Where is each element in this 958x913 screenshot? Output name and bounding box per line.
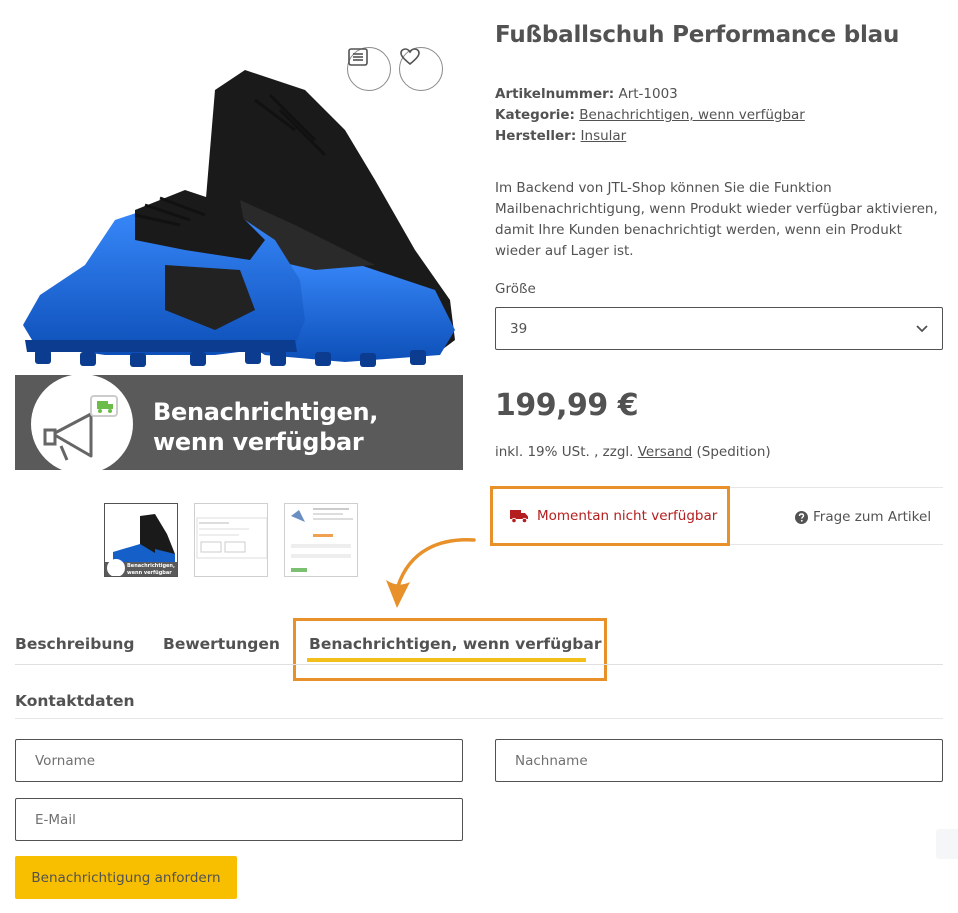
tax-info: inkl. 19% USt. , zzgl. Versand (Speditio… bbox=[495, 444, 771, 460]
annotation-arrow-icon bbox=[386, 538, 476, 608]
size-select[interactable]: 39 bbox=[495, 307, 943, 350]
manufacturer-label: Hersteller: bbox=[495, 128, 577, 144]
stock-status-highlight: Momentan nicht verfügbar bbox=[490, 486, 730, 546]
tab-reviews[interactable]: Bewertungen bbox=[163, 635, 280, 653]
divider bbox=[15, 718, 943, 719]
thumbnail-list: Benachrichtigen, wenn verfügbar bbox=[104, 503, 358, 577]
product-main-image[interactable]: Benachrichtigen, wenn verfügbar bbox=[15, 10, 463, 472]
question-circle-icon bbox=[795, 510, 808, 524]
sku-label: Artikelnummer: bbox=[495, 86, 615, 102]
manufacturer-link[interactable]: Insular bbox=[581, 128, 627, 144]
thumb-banner-line-1: Benachrichtigen, bbox=[127, 563, 175, 569]
thumb-banner-line-2: wenn verfügbar bbox=[127, 570, 172, 576]
thumbnail-screenshot-image bbox=[196, 517, 267, 559]
shipping-link[interactable]: Versand bbox=[638, 444, 692, 460]
scroll-to-top-button[interactable] bbox=[936, 829, 958, 859]
category-label: Kategorie: bbox=[495, 107, 575, 123]
size-selected-value: 39 bbox=[510, 320, 528, 337]
email-input[interactable] bbox=[15, 798, 463, 841]
question-link-label: Frage zum Artikel bbox=[813, 509, 932, 525]
tabs-divider bbox=[15, 664, 943, 665]
banner-line-2: wenn verfügbar bbox=[153, 428, 364, 456]
notify-banner: Benachrichtigen, wenn verfügbar bbox=[15, 374, 463, 472]
product-description: Im Backend von JTL-Shop können Sie die F… bbox=[495, 180, 938, 259]
size-label: Größe bbox=[495, 281, 536, 297]
truck-icon bbox=[510, 510, 528, 523]
category-link[interactable]: Benachrichtigen, wenn verfügbar bbox=[579, 107, 805, 123]
product-price: 199,99 € bbox=[495, 388, 639, 423]
tax-prefix: inkl. 19% USt. , zzgl. bbox=[495, 444, 634, 460]
request-notification-button[interactable]: Benachrichtigung anfordern bbox=[15, 856, 237, 899]
question-link[interactable]: Frage zum Artikel bbox=[795, 509, 931, 525]
banner-circle bbox=[31, 374, 133, 472]
banner-text: Benachrichtigen, wenn verfügbar bbox=[153, 397, 378, 457]
sku-row: Artikelnummer: Art-1003 bbox=[495, 84, 805, 105]
tax-suffix: (Spedition) bbox=[696, 444, 771, 460]
category-row: Kategorie: Benachrichtigen, wenn verfügb… bbox=[495, 105, 805, 126]
tab-description[interactable]: Beschreibung bbox=[15, 635, 135, 653]
thumbnail-2[interactable] bbox=[194, 503, 268, 577]
heart-icon bbox=[400, 48, 420, 66]
thumbnail-3[interactable] bbox=[284, 503, 358, 577]
product-title: Fußballschuh Performance blau bbox=[495, 22, 900, 48]
banner-line-1: Benachrichtigen, bbox=[153, 398, 379, 426]
firstname-input[interactable] bbox=[15, 739, 463, 782]
thumbnail-form-image bbox=[291, 508, 353, 572]
list-icon bbox=[348, 48, 368, 66]
wishlist-button[interactable] bbox=[399, 47, 443, 91]
megaphone-icon bbox=[43, 395, 118, 461]
football-boots-image bbox=[23, 70, 455, 367]
compare-button[interactable] bbox=[347, 47, 391, 91]
manufacturer-row: Hersteller: Insular bbox=[495, 126, 805, 147]
active-tab-highlight bbox=[293, 618, 607, 681]
lastname-input[interactable] bbox=[495, 739, 943, 782]
thumbnail-1[interactable]: Benachrichtigen, wenn verfügbar bbox=[104, 503, 178, 577]
stock-status-text: Momentan nicht verfügbar bbox=[537, 508, 718, 524]
sku-value: Art-1003 bbox=[618, 86, 678, 102]
chevron-down-icon bbox=[916, 324, 928, 332]
contact-section-title: Kontaktdaten bbox=[15, 692, 135, 710]
product-meta: Artikelnummer: Art-1003 Kategorie: Benac… bbox=[495, 84, 805, 147]
thumbnail-boots-image: Benachrichtigen, wenn verfügbar bbox=[105, 514, 177, 576]
